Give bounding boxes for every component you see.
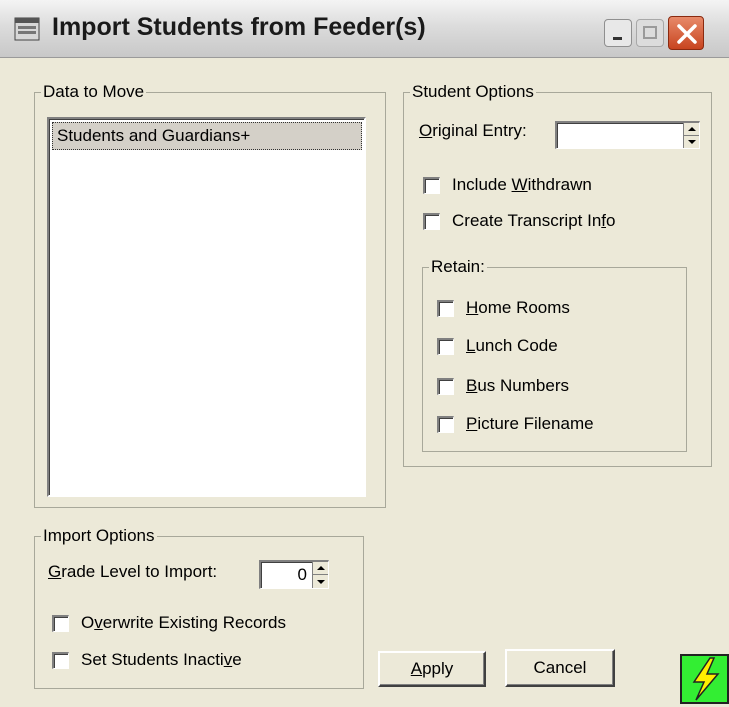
lunch-code-box[interactable] (437, 337, 454, 355)
import-options-title: Import Options (41, 526, 157, 546)
window-title: Import Students from Feeder(s) (52, 13, 426, 41)
data-to-move-list[interactable]: Students and Guardians+ (47, 117, 366, 497)
include-withdrawn-box[interactable] (423, 176, 440, 194)
cancel-label: Cancel (533, 658, 587, 677)
lunch-code-checkbox[interactable]: Lunch Code (437, 336, 558, 356)
bus-numbers-label: Bus Numbers (466, 376, 569, 395)
overwrite-existing-checkbox[interactable]: Overwrite Existing Records (52, 613, 286, 633)
lightning-icon[interactable] (680, 654, 729, 704)
apply-button[interactable]: Apply (378, 651, 486, 687)
maximize-button[interactable] (636, 19, 664, 47)
maximize-icon (643, 26, 657, 39)
retain-group: Retain: Home Rooms Lunch Code Bus Number… (422, 257, 687, 452)
title-bar[interactable]: Import Students from Feeder(s) (0, 0, 729, 58)
import-options-group: Import Options Grade Level to Import: 0 … (34, 526, 364, 689)
overwrite-existing-label: Overwrite Existing Records (81, 613, 287, 632)
cancel-button[interactable]: Cancel (505, 649, 615, 687)
original-entry-label: Original Entry: (419, 121, 527, 140)
grade-level-row: Grade Level to Import: (48, 562, 217, 582)
window-app-icon[interactable] (14, 17, 40, 41)
grade-level-value: 0 (297, 565, 307, 584)
minimize-icon (613, 37, 622, 40)
include-withdrawn-label: Include Withdrawn (452, 175, 592, 194)
original-entry-row: Original Entry: (419, 121, 527, 141)
spin-down-icon[interactable] (313, 575, 328, 588)
spin-down-icon[interactable] (684, 136, 699, 149)
retain-title: Retain: (429, 257, 487, 277)
set-inactive-checkbox[interactable]: Set Students Inactive (52, 650, 242, 670)
overwrite-existing-box[interactable] (52, 614, 69, 632)
data-to-move-group: Data to Move Students and Guardians+ (34, 82, 386, 508)
grade-level-label: Grade Level to Import: (48, 562, 218, 581)
spin-up-icon[interactable] (684, 123, 699, 136)
home-rooms-label: Home Rooms (466, 298, 570, 317)
grade-level-spinner-field[interactable]: 0 (259, 560, 329, 589)
set-inactive-label: Set Students Inactive (81, 650, 242, 669)
student-options-group: Student Options Original Entry: Include … (403, 82, 712, 467)
apply-label: Apply (410, 659, 454, 678)
include-withdrawn-checkbox[interactable]: Include Withdrawn (423, 175, 592, 195)
set-inactive-box[interactable] (52, 651, 69, 669)
minimize-button[interactable] (604, 19, 632, 47)
create-transcript-box[interactable] (423, 212, 440, 230)
import-students-dialog: Import Students from Feeder(s) Data to M… (0, 0, 729, 704)
bus-numbers-checkbox[interactable]: Bus Numbers (437, 376, 569, 396)
picture-filename-label: Picture Filename (466, 414, 594, 433)
original-entry-field[interactable] (555, 121, 700, 149)
original-entry-spinner[interactable] (683, 123, 699, 148)
lunch-code-label: Lunch Code (466, 336, 558, 355)
list-item[interactable]: Students and Guardians+ (52, 122, 362, 150)
bus-numbers-box[interactable] (437, 377, 454, 395)
home-rooms-box[interactable] (437, 299, 454, 317)
create-transcript-checkbox[interactable]: Create Transcript Info (423, 211, 615, 231)
data-to-move-title: Data to Move (41, 82, 147, 102)
spin-up-icon[interactable] (313, 562, 328, 575)
close-icon (677, 24, 697, 44)
home-rooms-checkbox[interactable]: Home Rooms (437, 298, 570, 318)
grade-level-spinner[interactable] (312, 562, 328, 588)
close-button[interactable] (668, 16, 704, 50)
picture-filename-box[interactable] (437, 415, 454, 433)
picture-filename-checkbox[interactable]: Picture Filename (437, 414, 594, 434)
student-options-title: Student Options (410, 82, 536, 102)
create-transcript-label: Create Transcript Info (452, 211, 616, 230)
